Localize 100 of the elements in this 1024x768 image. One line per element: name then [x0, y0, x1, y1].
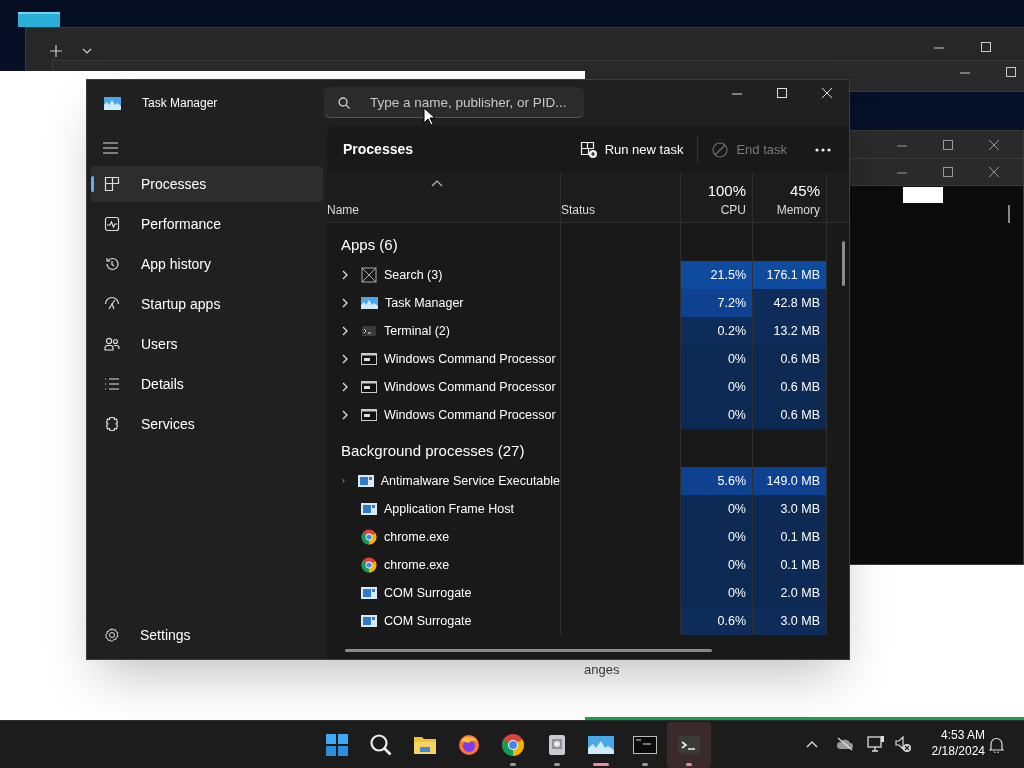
process-row[interactable]: Search (3) 21.5% 176.1 MB: [327, 261, 849, 289]
clock-time[interactable]: 4:53 AM: [940, 727, 985, 743]
group-header: Background processes (27): [341, 440, 525, 461]
console-icon: [361, 351, 377, 367]
process-name: chrome.exe: [384, 556, 450, 574]
cpu-cell: 0%: [680, 373, 752, 401]
process-name: COM Surrogate: [384, 584, 472, 602]
cpu-cell: 5.6%: [680, 467, 752, 495]
process-row[interactable]: Windows Command Processor 0% 0.6 MB: [327, 401, 849, 429]
gauge-icon: [104, 296, 120, 312]
memory-cell: 176.1 MB: [752, 261, 826, 289]
run-task-button[interactable]: Run new task: [569, 133, 694, 166]
nav-item[interactable]: Services: [91, 406, 323, 442]
process-row[interactable]: chrome.exe 0% 0.1 MB: [327, 523, 849, 551]
terminal-icon: [361, 323, 377, 339]
console-icon: [361, 379, 377, 395]
memory-cell: 3.0 MB: [752, 607, 826, 635]
text-cursor: [903, 187, 943, 203]
menu-icon[interactable]: [103, 142, 118, 154]
process-name: Search (3): [384, 266, 443, 284]
cpu-cell: 0%: [680, 579, 752, 607]
memory-cell: 0.1 MB: [752, 551, 826, 579]
windows-start-icon: [325, 733, 349, 757]
maximize-icon[interactable]: [943, 140, 953, 150]
search-field[interactable]: Type a name, publisher, or PID...: [324, 87, 584, 118]
nav-item[interactable]: Details: [91, 366, 323, 402]
app-icon: [104, 96, 121, 110]
window-title: Task Manager: [142, 95, 218, 112]
list-icon: [104, 376, 120, 392]
cpu-cell: 0.6%: [680, 607, 752, 635]
memory-cell: 2.0 MB: [752, 579, 826, 607]
process-row[interactable]: COM Surrogate 0% 2.0 MB: [327, 579, 849, 607]
process-name: chrome.exe: [384, 528, 450, 546]
process-row[interactable]: Terminal (2) 0.2% 13.2 MB: [327, 317, 849, 345]
maximize-icon[interactable]: [1006, 67, 1016, 77]
window-icon: [361, 585, 377, 601]
history-icon: [104, 256, 120, 272]
nav-item[interactable]: Startup apps: [91, 286, 323, 322]
column-header[interactable]: Name: [327, 202, 560, 218]
nav-item[interactable]: App history: [91, 246, 323, 282]
horizontal-scrollbar-thumb[interactable]: [345, 649, 712, 652]
dropdown-icon[interactable]: [82, 48, 92, 54]
cloud-off-icon[interactable]: [836, 737, 854, 751]
chrome-icon: [361, 529, 377, 545]
cpu-cell: 0%: [680, 345, 752, 373]
nav-item[interactable]: Processes: [91, 166, 323, 202]
vertical-scrollbar-thumb[interactable]: [842, 241, 845, 286]
network-icon[interactable]: [867, 735, 885, 753]
memory-cell: 42.8 MB: [752, 289, 826, 317]
grid-icon: [104, 176, 120, 192]
process-name: Windows Command Processor: [384, 378, 556, 396]
process-row[interactable]: Antimalware Service Executable 5.6% 149.0 MB: [327, 467, 849, 495]
volume-muted-icon[interactable]: [894, 735, 912, 753]
terminal-icon: [677, 733, 701, 757]
chevron-up-icon[interactable]: [806, 740, 818, 748]
memory-cell: 0.1 MB: [752, 523, 826, 551]
column-total: 45%: [789, 181, 820, 201]
nav-item[interactable]: Users: [91, 326, 323, 362]
cpu-cell: 0%: [680, 401, 752, 429]
process-row[interactable]: COM Surrogate 0.6% 3.0 MB: [327, 607, 849, 635]
maximize-icon[interactable]: [981, 42, 991, 52]
memory-cell: 3.0 MB: [752, 495, 826, 523]
crossed-box-icon: [361, 267, 377, 283]
notification-bell-icon[interactable]: [989, 737, 1004, 753]
maximize-icon[interactable]: [943, 167, 953, 177]
close-icon[interactable]: [989, 167, 999, 177]
new-tab-icon[interactable]: [50, 45, 62, 57]
scrollbar-thumb[interactable]: [1008, 205, 1010, 223]
cpu-cell: 0%: [680, 523, 752, 551]
nav-item[interactable]: Performance: [91, 206, 323, 242]
clock-date[interactable]: 2/18/2024: [931, 743, 985, 759]
column-total: 100%: [707, 181, 746, 201]
memory-cell: 0.6 MB: [752, 401, 826, 429]
process-row[interactable]: chrome.exe 0% 0.1 MB: [327, 551, 849, 579]
process-name: Windows Command Processor: [384, 406, 556, 424]
column-header[interactable]: CPU: [720, 202, 746, 218]
column-header[interactable]: Memory: [776, 202, 820, 218]
activity-icon: [104, 216, 120, 232]
cpu-cell: 0%: [680, 495, 752, 523]
search-icon: [369, 733, 393, 757]
chrome-icon: [361, 557, 377, 573]
sort-caret-icon: [431, 180, 443, 187]
process-row[interactable]: Task Manager 7.2% 42.8 MB: [327, 289, 849, 317]
memory-cell: 13.2 MB: [752, 317, 826, 345]
settings-nav-item[interactable]: Settings: [91, 617, 323, 653]
search-icon: [338, 97, 350, 109]
memory-cell: 0.6 MB: [752, 345, 826, 373]
process-row[interactable]: Windows Command Processor 0% 0.6 MB: [327, 373, 849, 401]
process-row[interactable]: Windows Command Processor 0% 0.6 MB: [327, 345, 849, 373]
process-name: Task Manager: [385, 294, 464, 312]
process-name: COM Surrogate: [384, 612, 472, 630]
app-icon: [588, 733, 614, 757]
new-task-icon: [579, 141, 597, 158]
more-icon[interactable]: [815, 147, 831, 152]
close-icon[interactable]: [989, 140, 999, 150]
process-name: Windows Command Processor: [384, 350, 556, 368]
prohibited-icon: [712, 141, 729, 158]
column-header[interactable]: Status: [561, 202, 680, 218]
window-icon: [361, 613, 377, 629]
process-row[interactable]: Application Frame Host 0% 3.0 MB: [327, 495, 849, 523]
